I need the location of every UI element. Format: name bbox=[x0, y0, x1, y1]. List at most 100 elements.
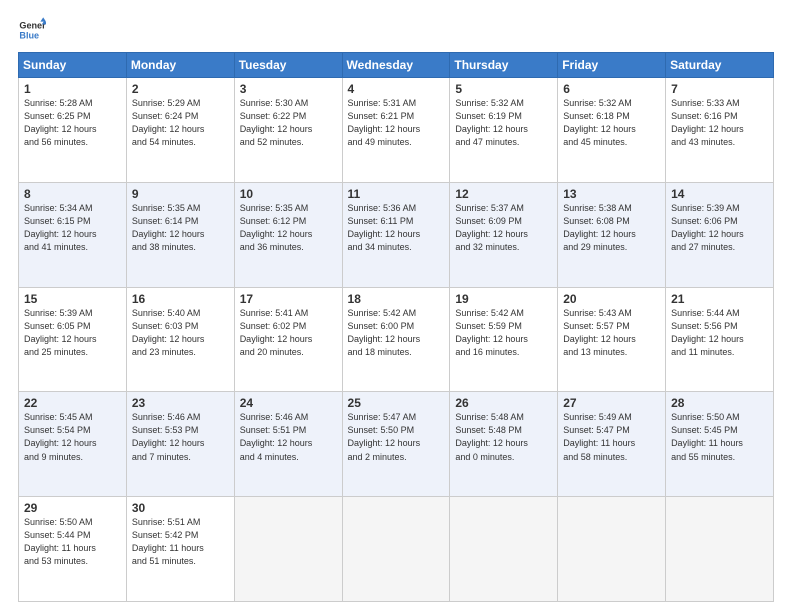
day-info: Sunrise: 5:51 AM Sunset: 5:42 PM Dayligh… bbox=[132, 516, 229, 568]
day-number: 18 bbox=[348, 292, 445, 306]
calendar-cell: 5Sunrise: 5:32 AM Sunset: 6:19 PM Daylig… bbox=[450, 78, 558, 183]
logo-icon: General Blue bbox=[18, 16, 46, 44]
calendar-week-row: 15Sunrise: 5:39 AM Sunset: 6:05 PM Dayli… bbox=[19, 287, 774, 392]
day-number: 28 bbox=[671, 396, 768, 410]
day-info: Sunrise: 5:50 AM Sunset: 5:44 PM Dayligh… bbox=[24, 516, 121, 568]
day-info: Sunrise: 5:32 AM Sunset: 6:18 PM Dayligh… bbox=[563, 97, 660, 149]
calendar-cell bbox=[666, 497, 774, 602]
calendar-table: SundayMondayTuesdayWednesdayThursdayFrid… bbox=[18, 52, 774, 602]
day-number: 30 bbox=[132, 501, 229, 515]
weekday-header: Saturday bbox=[666, 53, 774, 78]
day-number: 1 bbox=[24, 82, 121, 96]
day-number: 17 bbox=[240, 292, 337, 306]
calendar-week-row: 8Sunrise: 5:34 AM Sunset: 6:15 PM Daylig… bbox=[19, 182, 774, 287]
day-number: 20 bbox=[563, 292, 660, 306]
calendar-cell: 10Sunrise: 5:35 AM Sunset: 6:12 PM Dayli… bbox=[234, 182, 342, 287]
calendar-cell bbox=[342, 497, 450, 602]
logo: General Blue bbox=[18, 16, 50, 44]
header: General Blue bbox=[18, 16, 774, 44]
day-info: Sunrise: 5:32 AM Sunset: 6:19 PM Dayligh… bbox=[455, 97, 552, 149]
day-info: Sunrise: 5:41 AM Sunset: 6:02 PM Dayligh… bbox=[240, 307, 337, 359]
calendar-cell: 22Sunrise: 5:45 AM Sunset: 5:54 PM Dayli… bbox=[19, 392, 127, 497]
day-info: Sunrise: 5:47 AM Sunset: 5:50 PM Dayligh… bbox=[348, 411, 445, 463]
calendar-cell: 2Sunrise: 5:29 AM Sunset: 6:24 PM Daylig… bbox=[126, 78, 234, 183]
day-number: 23 bbox=[132, 396, 229, 410]
calendar-cell: 23Sunrise: 5:46 AM Sunset: 5:53 PM Dayli… bbox=[126, 392, 234, 497]
day-info: Sunrise: 5:42 AM Sunset: 5:59 PM Dayligh… bbox=[455, 307, 552, 359]
calendar-cell: 7Sunrise: 5:33 AM Sunset: 6:16 PM Daylig… bbox=[666, 78, 774, 183]
day-number: 13 bbox=[563, 187, 660, 201]
day-number: 6 bbox=[563, 82, 660, 96]
day-info: Sunrise: 5:49 AM Sunset: 5:47 PM Dayligh… bbox=[563, 411, 660, 463]
calendar-cell: 4Sunrise: 5:31 AM Sunset: 6:21 PM Daylig… bbox=[342, 78, 450, 183]
day-number: 3 bbox=[240, 82, 337, 96]
day-info: Sunrise: 5:43 AM Sunset: 5:57 PM Dayligh… bbox=[563, 307, 660, 359]
day-info: Sunrise: 5:31 AM Sunset: 6:21 PM Dayligh… bbox=[348, 97, 445, 149]
calendar-cell: 25Sunrise: 5:47 AM Sunset: 5:50 PM Dayli… bbox=[342, 392, 450, 497]
weekday-header: Friday bbox=[558, 53, 666, 78]
calendar-cell: 28Sunrise: 5:50 AM Sunset: 5:45 PM Dayli… bbox=[666, 392, 774, 497]
day-number: 8 bbox=[24, 187, 121, 201]
day-info: Sunrise: 5:39 AM Sunset: 6:05 PM Dayligh… bbox=[24, 307, 121, 359]
day-number: 14 bbox=[671, 187, 768, 201]
day-number: 9 bbox=[132, 187, 229, 201]
calendar-cell: 14Sunrise: 5:39 AM Sunset: 6:06 PM Dayli… bbox=[666, 182, 774, 287]
calendar-cell: 8Sunrise: 5:34 AM Sunset: 6:15 PM Daylig… bbox=[19, 182, 127, 287]
day-number: 12 bbox=[455, 187, 552, 201]
day-number: 2 bbox=[132, 82, 229, 96]
day-info: Sunrise: 5:40 AM Sunset: 6:03 PM Dayligh… bbox=[132, 307, 229, 359]
calendar-cell: 16Sunrise: 5:40 AM Sunset: 6:03 PM Dayli… bbox=[126, 287, 234, 392]
calendar-cell: 20Sunrise: 5:43 AM Sunset: 5:57 PM Dayli… bbox=[558, 287, 666, 392]
calendar-week-row: 29Sunrise: 5:50 AM Sunset: 5:44 PM Dayli… bbox=[19, 497, 774, 602]
day-info: Sunrise: 5:46 AM Sunset: 5:51 PM Dayligh… bbox=[240, 411, 337, 463]
day-number: 25 bbox=[348, 396, 445, 410]
calendar-cell: 21Sunrise: 5:44 AM Sunset: 5:56 PM Dayli… bbox=[666, 287, 774, 392]
weekday-header: Thursday bbox=[450, 53, 558, 78]
day-info: Sunrise: 5:35 AM Sunset: 6:14 PM Dayligh… bbox=[132, 202, 229, 254]
day-info: Sunrise: 5:30 AM Sunset: 6:22 PM Dayligh… bbox=[240, 97, 337, 149]
calendar-cell bbox=[234, 497, 342, 602]
day-number: 19 bbox=[455, 292, 552, 306]
day-number: 11 bbox=[348, 187, 445, 201]
header-row: SundayMondayTuesdayWednesdayThursdayFrid… bbox=[19, 53, 774, 78]
calendar-cell: 13Sunrise: 5:38 AM Sunset: 6:08 PM Dayli… bbox=[558, 182, 666, 287]
day-info: Sunrise: 5:29 AM Sunset: 6:24 PM Dayligh… bbox=[132, 97, 229, 149]
day-info: Sunrise: 5:46 AM Sunset: 5:53 PM Dayligh… bbox=[132, 411, 229, 463]
day-number: 24 bbox=[240, 396, 337, 410]
calendar-cell: 3Sunrise: 5:30 AM Sunset: 6:22 PM Daylig… bbox=[234, 78, 342, 183]
day-info: Sunrise: 5:38 AM Sunset: 6:08 PM Dayligh… bbox=[563, 202, 660, 254]
weekday-header: Wednesday bbox=[342, 53, 450, 78]
day-number: 22 bbox=[24, 396, 121, 410]
calendar-cell: 29Sunrise: 5:50 AM Sunset: 5:44 PM Dayli… bbox=[19, 497, 127, 602]
day-number: 4 bbox=[348, 82, 445, 96]
day-info: Sunrise: 5:35 AM Sunset: 6:12 PM Dayligh… bbox=[240, 202, 337, 254]
calendar-cell: 19Sunrise: 5:42 AM Sunset: 5:59 PM Dayli… bbox=[450, 287, 558, 392]
calendar-cell: 26Sunrise: 5:48 AM Sunset: 5:48 PM Dayli… bbox=[450, 392, 558, 497]
calendar-cell: 30Sunrise: 5:51 AM Sunset: 5:42 PM Dayli… bbox=[126, 497, 234, 602]
day-number: 26 bbox=[455, 396, 552, 410]
day-number: 16 bbox=[132, 292, 229, 306]
calendar-cell: 18Sunrise: 5:42 AM Sunset: 6:00 PM Dayli… bbox=[342, 287, 450, 392]
calendar-cell: 24Sunrise: 5:46 AM Sunset: 5:51 PM Dayli… bbox=[234, 392, 342, 497]
calendar-week-row: 22Sunrise: 5:45 AM Sunset: 5:54 PM Dayli… bbox=[19, 392, 774, 497]
day-number: 5 bbox=[455, 82, 552, 96]
calendar-cell: 6Sunrise: 5:32 AM Sunset: 6:18 PM Daylig… bbox=[558, 78, 666, 183]
day-number: 7 bbox=[671, 82, 768, 96]
calendar-cell: 11Sunrise: 5:36 AM Sunset: 6:11 PM Dayli… bbox=[342, 182, 450, 287]
day-info: Sunrise: 5:42 AM Sunset: 6:00 PM Dayligh… bbox=[348, 307, 445, 359]
day-info: Sunrise: 5:45 AM Sunset: 5:54 PM Dayligh… bbox=[24, 411, 121, 463]
page: General Blue SundayMondayTuesdayWednesda… bbox=[0, 0, 792, 612]
calendar-cell: 17Sunrise: 5:41 AM Sunset: 6:02 PM Dayli… bbox=[234, 287, 342, 392]
day-info: Sunrise: 5:37 AM Sunset: 6:09 PM Dayligh… bbox=[455, 202, 552, 254]
weekday-header: Tuesday bbox=[234, 53, 342, 78]
day-number: 10 bbox=[240, 187, 337, 201]
calendar-cell: 9Sunrise: 5:35 AM Sunset: 6:14 PM Daylig… bbox=[126, 182, 234, 287]
day-info: Sunrise: 5:50 AM Sunset: 5:45 PM Dayligh… bbox=[671, 411, 768, 463]
day-info: Sunrise: 5:48 AM Sunset: 5:48 PM Dayligh… bbox=[455, 411, 552, 463]
calendar-cell bbox=[558, 497, 666, 602]
day-info: Sunrise: 5:33 AM Sunset: 6:16 PM Dayligh… bbox=[671, 97, 768, 149]
calendar-cell bbox=[450, 497, 558, 602]
calendar-cell: 15Sunrise: 5:39 AM Sunset: 6:05 PM Dayli… bbox=[19, 287, 127, 392]
day-info: Sunrise: 5:28 AM Sunset: 6:25 PM Dayligh… bbox=[24, 97, 121, 149]
svg-text:General: General bbox=[19, 21, 46, 31]
